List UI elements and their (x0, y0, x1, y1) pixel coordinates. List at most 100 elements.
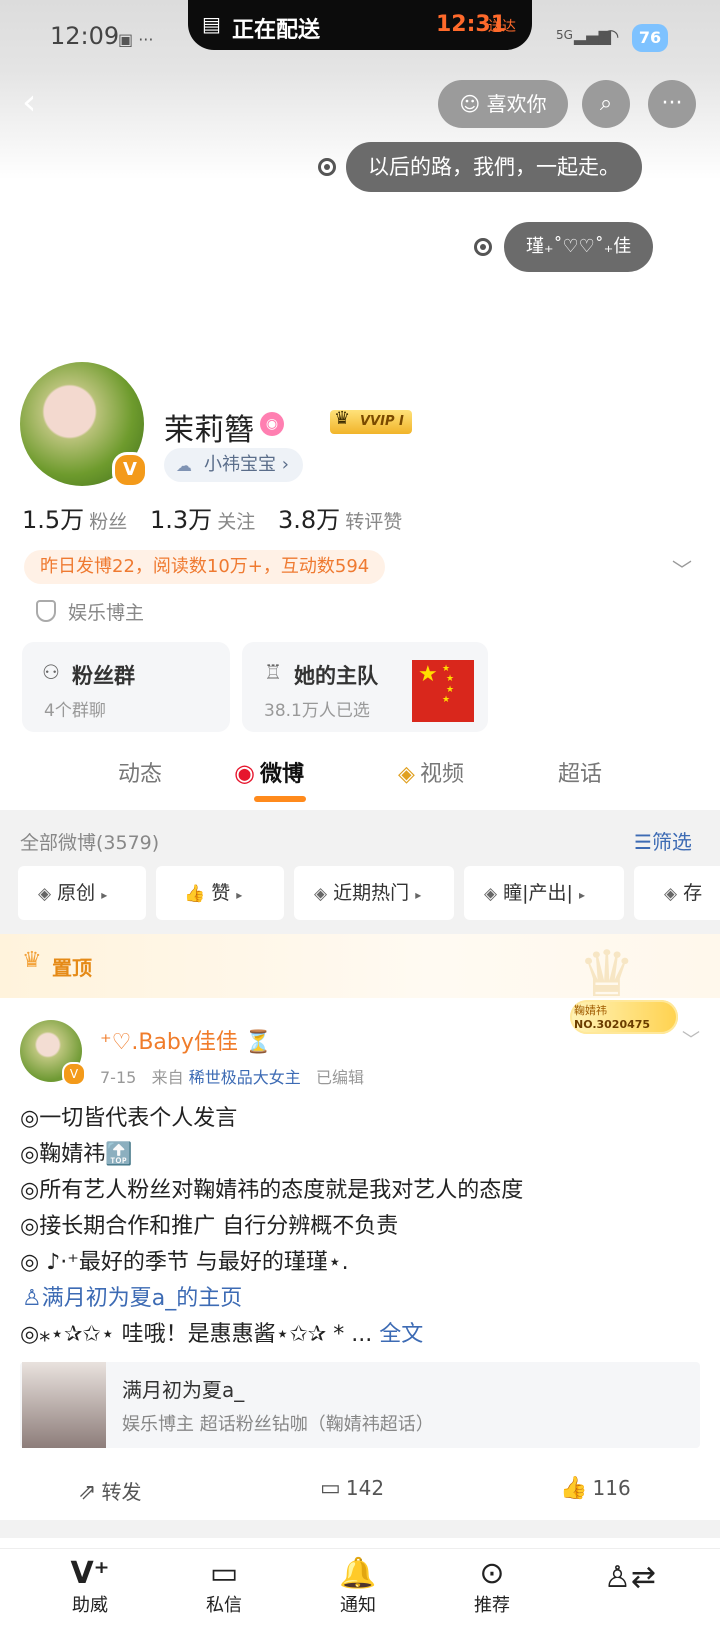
chevron-down-icon[interactable]: ﹀ (672, 554, 692, 583)
bubble-message-2[interactable]: 瑾₊˚♡♡˚₊佳 (504, 222, 654, 272)
notification-icon: ▣ ··· (118, 30, 154, 49)
layers-icon: ◈ (484, 884, 498, 904)
chip-liked[interactable]: 👍 赞 ▸ (156, 866, 284, 920)
profile-nickname: 茉莉簪 (164, 413, 254, 448)
followers-label: 粉丝 (89, 511, 128, 533)
bubble-message-1[interactable]: 以后的路，我們，一起走。 (346, 142, 642, 192)
cheer-v-icon: V⁺ (70, 1556, 110, 1591)
chevron-right-icon: ▸ (578, 888, 586, 902)
search-icon[interactable]: ⌕ (582, 80, 630, 128)
chip-recent-hot[interactable]: ◈ 近期热门 ▸ (294, 866, 454, 920)
fan-tag-label: 小祎宝宝 (204, 454, 276, 475)
comment-button[interactable]: ▭ 142 (320, 1476, 384, 1501)
delivery-island[interactable]: ▤ 正在配送 12:31 送达 (188, 0, 532, 50)
tab-weibo[interactable]: ◉ 微博 (234, 756, 304, 788)
chevron-right-icon: ▸ (236, 888, 243, 902)
chip-saved-label: 存 (683, 882, 703, 904)
crown-icon: ♛ (334, 408, 351, 429)
linked-user-desc: 娱乐博主 超话粉丝钻咖（鞠婧祎超话） (122, 1414, 434, 1435)
like-you-button[interactable]: ☺ 喜欢你 (438, 80, 568, 128)
verified-badge-icon: V (112, 452, 148, 488)
chip-saved[interactable]: ◈ 存 (634, 866, 720, 920)
following-count: 1.3万 (150, 506, 213, 534)
post-date: 7-15 (100, 1068, 137, 1087)
post-line: ◎一切皆代表个人发言 (20, 1106, 238, 1131)
chevron-right-icon: › (276, 454, 289, 475)
mention-link[interactable]: ♙满月初为夏a_的主页 (22, 1280, 242, 1312)
flag-star-icon: ★ (442, 664, 451, 674)
tab-video-label: 视频 (420, 762, 465, 787)
post-author-name[interactable]: ⁺♡.Baby佳佳 ⏳ (100, 1024, 272, 1056)
tab-super-topic[interactable]: 超话 (558, 756, 602, 788)
post-line: ◎所有艺人粉丝对鞠婧祎的态度就是我对艺人的态度 (20, 1178, 524, 1203)
chevron-right-icon: ▸ (101, 888, 108, 902)
chip-original[interactable]: ◈ 原创 ▸ (18, 866, 146, 920)
bell-icon: 🔔 (339, 1556, 377, 1591)
chevron-right-icon: ▸ (415, 888, 422, 902)
mention-label: 满月初为夏a_的主页 (41, 1286, 243, 1311)
thumbs-up-icon: 👍 (560, 1476, 588, 1501)
pinned-label: 置顶 (52, 956, 92, 980)
chip-original-label: 原创 (57, 882, 96, 904)
back-icon[interactable]: ‹ (22, 82, 36, 123)
full-text-link[interactable]: 全文 (379, 1322, 423, 1347)
category-label: 娱乐博主 (68, 602, 145, 624)
post-source[interactable]: 稀世极品大女主 (189, 1068, 301, 1087)
post-line: ◎⁎⋆✰✩⋆ 哇哦！是惠惠酱⋆✩✰ * ... (20, 1322, 373, 1347)
post-from-prefix: 来自 (151, 1068, 184, 1087)
post-line: ◎ ♪·⁺最好的季节 与最好的瑾瑾⋆. (20, 1250, 349, 1275)
repost-label: 转发 (101, 1480, 142, 1504)
trophy-icon: ♖ (264, 660, 282, 684)
nav-recommend[interactable]: ⊙ 推荐 (452, 1556, 532, 1617)
tab-video[interactable]: ◈ 视频 (398, 756, 464, 788)
engagements-label: 转评赞 (345, 511, 403, 533)
filter-label: 筛选 (651, 830, 692, 854)
battery-indicator: 76 (632, 24, 668, 52)
fans-badge-name: 鞠婧祎 (574, 1004, 607, 1017)
fans-badge-number: NO.3020475 (574, 1018, 651, 1031)
delivery-eta-suffix: 送达 (488, 19, 516, 35)
layers-icon: ◈ (664, 884, 678, 904)
wifi-icon: ◠ (602, 24, 620, 48)
chip-output[interactable]: ◈ 瞳|产出| ▸ (464, 866, 624, 920)
chip-liked-label: 赞 (211, 882, 231, 904)
fan-group-sub: 4个群聊 (44, 701, 106, 721)
linked-user-name: 满月初为夏a_ (122, 1378, 245, 1402)
bubble-dot-icon (474, 238, 492, 256)
nav-notifications[interactable]: 🔔 通知 (318, 1556, 398, 1617)
tab-dynamics[interactable]: 动态 (118, 756, 162, 788)
flag-star-icon: ★ (446, 685, 455, 695)
fan-group-title: 粉丝群 (72, 664, 135, 688)
heart-hand-icon: ☺ (459, 92, 481, 116)
flag-star-icon: ★ (446, 674, 455, 684)
nav-cheer-label: 助威 (72, 1595, 108, 1616)
fan-group-card[interactable]: ⚇ 粉丝群 4个群聊 (22, 642, 230, 732)
network-label: 5G (556, 28, 573, 42)
followers-stat[interactable]: 1.5万 粉丝 (22, 500, 127, 535)
chevron-down-icon[interactable]: ﹀ (682, 1026, 700, 1052)
divider (0, 1520, 720, 1538)
like-button[interactable]: 👍 116 (560, 1476, 631, 1501)
following-stat[interactable]: 1.3万 关注 (150, 500, 255, 535)
comment-count: 142 (345, 1476, 385, 1500)
flag-star-icon: ★ (442, 695, 451, 705)
pink-badge-icon[interactable]: ◉ (260, 412, 284, 436)
nav-switch-account[interactable]: ♙⇄ (590, 1560, 670, 1595)
repost-button[interactable]: ⇗ 转发 (78, 1476, 142, 1505)
following-label: 关注 (217, 511, 256, 533)
like-count: 116 (592, 1476, 631, 1500)
sort-icon: ☰ (634, 830, 652, 854)
post-edited: 已编辑 (315, 1068, 364, 1087)
post-meta: 7-15 来自 稀世极品大女主 已编辑 (100, 1064, 364, 1088)
chip-output-label: 瞳|产出| (503, 882, 573, 904)
delivery-label: 正在配送 (232, 18, 321, 43)
nav-messages[interactable]: ▭ 私信 (184, 1556, 264, 1617)
like-you-label: 喜欢你 (486, 92, 547, 116)
engagements-stat[interactable]: 3.8万 转评赞 (278, 500, 402, 535)
weibo-logo-icon: ◉ (234, 759, 255, 787)
nav-cheer[interactable]: V⁺ 助威 (50, 1556, 130, 1617)
filter-button[interactable]: ☰筛选 (634, 826, 692, 855)
more-icon[interactable]: ··· (648, 80, 696, 128)
home-team-title: 她的主队 (294, 664, 378, 688)
daily-summary[interactable]: 昨日发博22，阅读数10万+，互动数594 (24, 550, 386, 584)
